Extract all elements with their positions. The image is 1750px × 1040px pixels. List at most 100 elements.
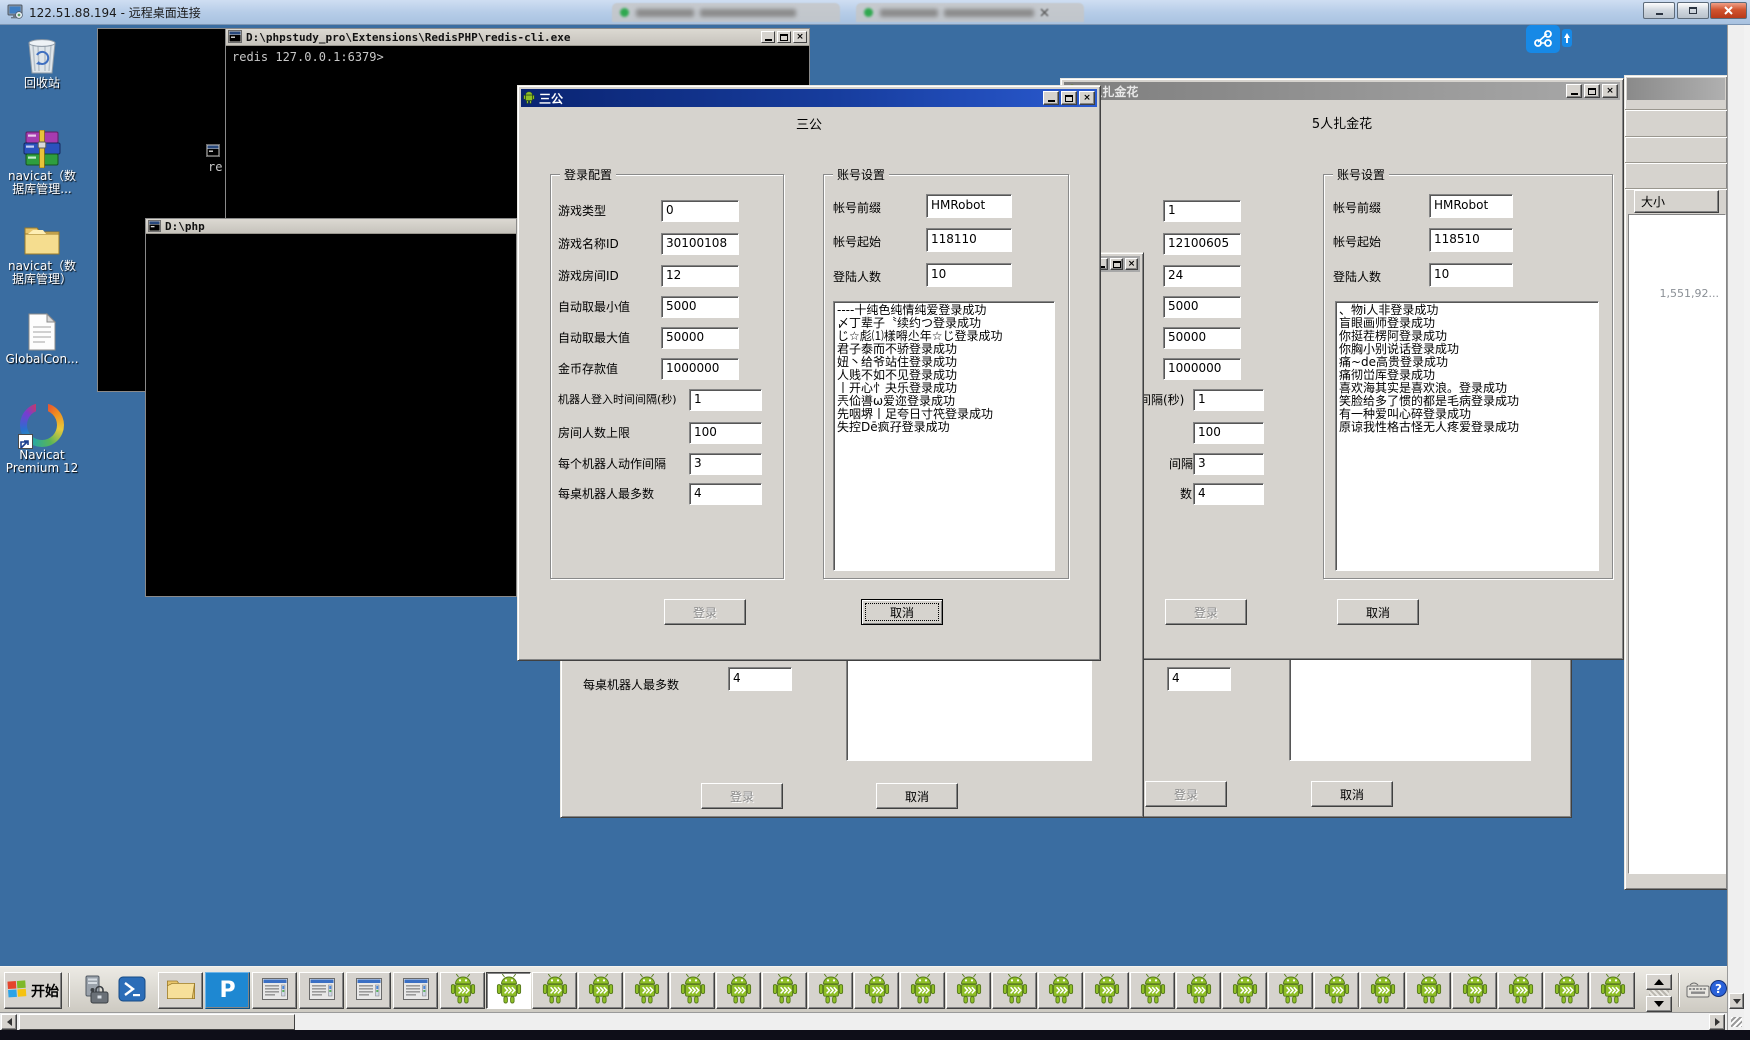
login-button[interactable]: 登录 <box>1165 599 1247 625</box>
taskbar-android-button[interactable] <box>624 972 669 1009</box>
taskbar-scroll-down-button[interactable] <box>1646 996 1672 1012</box>
taskbar-android-button[interactable] <box>486 972 531 1009</box>
game-name-id-field[interactable]: 30100108 <box>661 233 739 255</box>
robot-login-interval-field[interactable]: 1 <box>1193 389 1264 411</box>
taskbar-android-button[interactable] <box>670 972 715 1009</box>
login-message-listbox[interactable]: 、物i人非登录成功盲眼画师登录成功你挺茬楞阿登录成功你胸小别说话登录成功痛~de… <box>1335 301 1599 571</box>
explorer-titlebar[interactable] <box>1627 78 1725 100</box>
minimize-button[interactable] <box>1043 91 1059 105</box>
taskbar-android-button[interactable] <box>716 972 761 1009</box>
scroll-left-button[interactable] <box>1 1014 17 1030</box>
scroll-right-button[interactable] <box>1709 1014 1725 1030</box>
login-button[interactable]: 登录 <box>664 599 746 625</box>
room-capacity-field[interactable]: 100 <box>1193 422 1264 444</box>
scroll-thumb[interactable] <box>19 1014 295 1030</box>
robot-action-interval-field[interactable]: 3 <box>689 453 762 475</box>
taskbar-android-button[interactable] <box>1084 972 1129 1009</box>
desktop-icon-document[interactable]: GlobalCon... <box>0 313 84 366</box>
rdp-close-button[interactable] <box>1710 2 1747 19</box>
taskbar-android-button[interactable] <box>1544 972 1589 1009</box>
game-type-field[interactable]: 0 <box>661 200 739 222</box>
taskbar-scroll-up-button[interactable] <box>1646 974 1672 990</box>
taskbar-android-button[interactable] <box>1498 972 1543 1009</box>
redis-console-titlebar[interactable]: D:\phpstudy_pro\Extensions\RedisPHP\redi… <box>226 29 809 46</box>
max-robots-per-table-field[interactable]: 4 <box>1193 483 1264 505</box>
max-robots-field[interactable]: 4 <box>728 667 792 691</box>
auto-min-field[interactable]: 5000 <box>661 296 739 318</box>
rdp-maximize-button[interactable] <box>1677 2 1709 19</box>
taskbar-android-button[interactable] <box>440 972 485 1009</box>
taskbar-android-button[interactable] <box>1314 972 1359 1009</box>
taskbar-android-button[interactable] <box>808 972 853 1009</box>
login-button[interactable]: 登录 <box>1145 781 1227 807</box>
max-robots-field[interactable]: 4 <box>1167 667 1231 691</box>
keyboard-icon[interactable] <box>1686 981 1710 1002</box>
taskbar-android-button[interactable] <box>992 972 1037 1009</box>
game-room-id-field[interactable]: 12 <box>661 265 739 287</box>
robot-action-interval-field[interactable]: 3 <box>1193 453 1264 475</box>
taskbar-android-button[interactable] <box>854 972 899 1009</box>
account-prefix-field[interactable]: HMRobot <box>1429 194 1513 218</box>
connection-share-icon[interactable] <box>1526 25 1560 53</box>
taskbar-android-button[interactable] <box>762 972 807 1009</box>
cancel-button[interactable]: 取消 <box>861 599 943 625</box>
auto-min-field[interactable]: 5000 <box>1163 296 1241 318</box>
taskbar-android-button[interactable] <box>1038 972 1083 1009</box>
gold-deposit-field[interactable]: 1000000 <box>661 358 739 380</box>
taskbar-android-button[interactable] <box>1452 972 1497 1009</box>
taskbar-android-button[interactable] <box>1176 972 1221 1009</box>
up-arrow-icon[interactable] <box>1562 29 1572 47</box>
size-column-header[interactable]: 大小 <box>1634 190 1719 213</box>
taskbar-android-button[interactable] <box>1406 972 1451 1009</box>
login-button[interactable]: 登录 <box>701 783 783 809</box>
auto-max-field[interactable]: 50000 <box>661 327 739 349</box>
minimize-button[interactable] <box>1566 84 1582 98</box>
close-button[interactable]: × <box>793 31 807 43</box>
game-name-id-field[interactable]: 12100605 <box>1163 233 1241 255</box>
game-room-id-field[interactable]: 24 <box>1163 265 1241 287</box>
cancel-button[interactable]: 取消 <box>876 783 958 809</box>
taskbar-console-app-button[interactable] <box>346 972 391 1009</box>
php-console-window[interactable]: D:\php <box>145 218 517 597</box>
account-start-field[interactable]: 118110 <box>926 228 1012 252</box>
rdp-minimize-button[interactable] <box>1643 2 1675 19</box>
sangong-dialog[interactable]: 三公 × 三公 登录配置 游戏类型 0 游戏名称ID 30100108 游戏房间… <box>517 85 1101 661</box>
start-button[interactable]: 开始 <box>4 972 62 1009</box>
login-message-listbox[interactable]: ----十纯色纯情纯爱登录成功〆丁辈子〝续约つ登录成功じ☆彪⑴樣嘚尐年☆じ登录成… <box>833 301 1055 571</box>
rdp-horizontal-scrollbar[interactable] <box>0 1012 1727 1030</box>
maximize-button[interactable] <box>1110 258 1123 270</box>
taskbar-android-button[interactable] <box>1360 972 1405 1009</box>
room-capacity-field[interactable]: 100 <box>689 422 762 444</box>
taskbar-android-button[interactable] <box>1590 972 1635 1009</box>
taskbar-android-button[interactable] <box>1268 972 1313 1009</box>
taskbar-phpstudy-button[interactable]: P <box>205 972 250 1009</box>
max-robots-per-table-field[interactable]: 4 <box>689 483 762 505</box>
login-count-field[interactable]: 10 <box>1429 263 1513 287</box>
desktop-icon-winrar[interactable]: navicat（数 据库管理... <box>0 130 84 196</box>
gold-deposit-field[interactable]: 1000000 <box>1163 358 1241 380</box>
cancel-button[interactable]: 取消 <box>1311 781 1393 807</box>
taskbar-android-button[interactable] <box>1222 972 1267 1009</box>
taskbar-console-app-button[interactable] <box>393 972 438 1009</box>
desktop-icon-folder[interactable]: navicat（数 据库管理） <box>0 220 84 286</box>
taskbar-android-button[interactable] <box>532 972 577 1009</box>
scroll-down-button[interactable] <box>1729 993 1744 1009</box>
cancel-button[interactable]: 取消 <box>1337 599 1419 625</box>
php-console-titlebar[interactable]: D:\php <box>146 219 516 234</box>
server-manager-icon[interactable] <box>80 975 110 1009</box>
taskbar-android-button[interactable] <box>578 972 623 1009</box>
console-fragment-icon[interactable] <box>206 142 222 157</box>
close-button[interactable]: × <box>1079 91 1095 105</box>
taskbar-android-button[interactable] <box>1130 972 1175 1009</box>
tab-close-icon[interactable] <box>1040 8 1049 17</box>
minimize-button[interactable] <box>761 31 775 43</box>
close-button[interactable]: × <box>1125 258 1138 270</box>
game-type-field[interactable]: 1 <box>1163 200 1241 222</box>
explorer-window[interactable]: 大小 1,551,92... <box>1624 75 1728 890</box>
taskbar-android-button[interactable] <box>900 972 945 1009</box>
taskbar-explorer-button[interactable] <box>158 972 203 1009</box>
auto-max-field[interactable]: 50000 <box>1163 327 1241 349</box>
maximize-button[interactable] <box>1061 91 1077 105</box>
help-icon[interactable]: ? <box>1710 980 1727 997</box>
powershell-icon[interactable] <box>118 976 146 1006</box>
